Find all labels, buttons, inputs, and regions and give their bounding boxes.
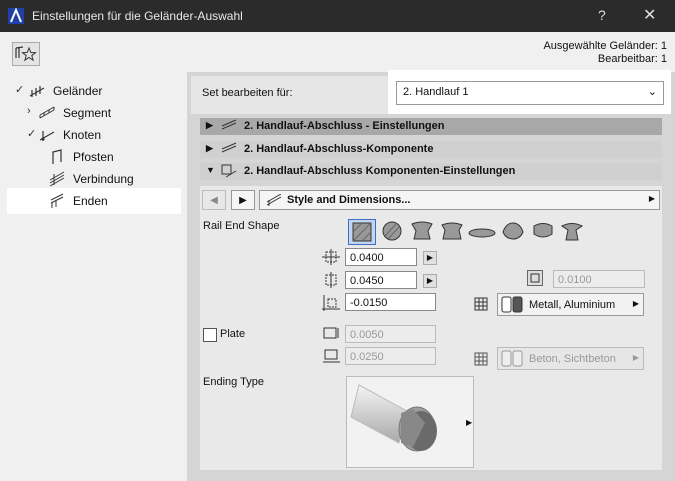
edit-set-value: 2. Handlauf 1 (403, 86, 469, 98)
plate-checkbox[interactable] (203, 328, 217, 342)
width-dimension-icon (322, 249, 340, 265)
end-icon (50, 193, 64, 208)
prev-page-button[interactable]: ◀ (202, 190, 226, 210)
handrail-component-icon (221, 142, 237, 153)
shape-profile-2-icon[interactable] (439, 220, 465, 242)
tree-item-pfosten[interactable]: Pfosten (7, 146, 181, 168)
triangle-right-icon[interactable]: ▶ (466, 418, 472, 427)
shape-profile-4-icon[interactable] (530, 220, 556, 242)
page-selector[interactable]: Style and Dimensions... ▶ (259, 190, 660, 210)
component-settings-icon (221, 164, 237, 178)
width-arrow-button[interactable]: ▶ (423, 251, 437, 265)
segment-icon (39, 106, 55, 119)
height-dimension-icon (325, 272, 337, 288)
triangle-right-icon: ▶ (206, 120, 213, 130)
window-title: Einstellungen für die Geländer-Auswahl (32, 9, 243, 23)
plate-width-icon (323, 349, 340, 363)
plate-material-icon (474, 352, 488, 366)
height-input[interactable]: 0.0450 (345, 271, 417, 289)
square-shape-icon (352, 222, 372, 242)
radius-input[interactable]: 0.0100 (553, 270, 645, 288)
plate-material-value: Beton, Sichtbeton (529, 353, 616, 365)
section-header-settings[interactable]: ▶ 2. Handlauf-Abschluss - Einstellungen (200, 118, 662, 135)
ending-type-label: Ending Type (203, 376, 264, 388)
section-header-component[interactable]: ▶ 2. Handlauf-Abschluss-Komponente (200, 141, 662, 158)
app-logo-icon (8, 8, 24, 24)
edit-set-label: Set bearbeiten für: (202, 87, 293, 99)
offset-input[interactable]: -0.0150 (345, 293, 436, 311)
shape-profile-3-icon[interactable] (500, 220, 526, 242)
dimensions-icon (266, 194, 282, 206)
settings-tree: ✓ Geländer › Segment ✓ Knoten Pfosten Ve… (7, 76, 181, 476)
offset-dimension-icon (322, 295, 340, 311)
plate-width-input[interactable]: 0.0250 (345, 347, 436, 365)
triangle-right-icon: ▶ (632, 299, 639, 308)
radius-icon (527, 270, 543, 286)
tree-item-label: Geländer (53, 84, 103, 98)
material-dropdown[interactable]: Metall, Aluminium ▶ (497, 293, 644, 316)
tree-item-gelaender[interactable]: ✓ Geländer (7, 80, 181, 102)
help-button[interactable]: ? (598, 7, 606, 23)
edit-set-dropdown[interactable]: 2. Handlauf 1 ⌄ (396, 81, 664, 105)
node-icon (39, 131, 55, 141)
chevron-right-icon[interactable]: › (27, 105, 31, 117)
width-input[interactable]: 0.0400 (345, 248, 417, 266)
tree-item-label: Verbindung (73, 172, 134, 186)
chevron-down-icon[interactable]: ✓ (27, 127, 36, 140)
plate-thickness-input[interactable]: 0.0050 (345, 325, 436, 343)
tree-item-label: Pfosten (73, 150, 114, 164)
tree-item-verbindung[interactable]: Verbindung (7, 168, 181, 190)
chevron-down-icon[interactable]: ✓ (15, 83, 24, 96)
section-label: 2. Handlauf-Abschluss-Komponente (244, 143, 434, 155)
triangle-right-icon: ▶ (206, 143, 213, 153)
shape-square-option[interactable] (348, 219, 376, 245)
material-icon (474, 297, 488, 311)
tree-item-label: Knoten (63, 128, 102, 142)
selection-info: Ausgewählte Geländer: 1 Bearbeitbar: 1 (543, 40, 667, 66)
shape-profile-5-icon[interactable] (559, 220, 585, 242)
triangle-down-icon: ▼ (206, 165, 215, 175)
shape-oval-icon[interactable] (467, 220, 497, 242)
close-button[interactable]: ✕ (643, 5, 656, 25)
chevron-down-icon: ⌄ (647, 86, 657, 98)
ending-type-preview[interactable] (346, 376, 474, 468)
plate-material-dropdown[interactable]: Beton, Sichtbeton ▶ (497, 347, 644, 370)
connection-icon (49, 171, 65, 187)
plate-label: Plate (220, 328, 246, 340)
tree-item-label: Segment (63, 106, 112, 120)
post-icon (52, 149, 62, 164)
section-header-component-settings[interactable]: ▼ 2. Handlauf-Abschluss Komponenten-Eins… (200, 163, 662, 180)
section-label: 2. Handlauf-Abschluss - Einstellungen (244, 120, 445, 132)
shape-profile-1-icon[interactable] (409, 220, 435, 242)
editable-count: Bearbeitbar: 1 (597, 53, 667, 65)
concrete-swatch-icon (501, 350, 523, 367)
railing-icon (29, 86, 45, 97)
section-label: 2. Handlauf-Abschluss Komponenten-Einste… (244, 165, 516, 177)
tree-item-segment[interactable]: › Segment (7, 102, 181, 124)
rail-end-preview-image (350, 384, 437, 452)
material-swatch-icon (501, 296, 523, 313)
plate-thickness-icon (323, 327, 339, 339)
favorites-button[interactable] (12, 42, 40, 66)
title-bar: Einstellungen für die Geländer-Auswahl ?… (0, 0, 675, 32)
page-selector-label: Style and Dimensions... (287, 194, 411, 206)
handrail-end-icon (221, 119, 237, 130)
triangle-right-icon: ▶ (648, 194, 655, 203)
material-value: Metall, Aluminium (529, 299, 616, 311)
favorites-icon (15, 46, 37, 62)
next-page-button[interactable]: ▶ (231, 190, 255, 210)
selected-count: Ausgewählte Geländer: 1 (543, 40, 667, 52)
height-arrow-button[interactable]: ▶ (423, 274, 437, 288)
rail-end-shape-label: Rail End Shape (203, 220, 280, 232)
tree-item-knoten[interactable]: ✓ Knoten (7, 124, 181, 146)
triangle-right-icon: ▶ (632, 353, 639, 362)
tree-item-label: Enden (73, 194, 108, 208)
shape-round-icon[interactable] (380, 220, 404, 242)
tree-item-enden[interactable]: Enden (7, 188, 181, 214)
